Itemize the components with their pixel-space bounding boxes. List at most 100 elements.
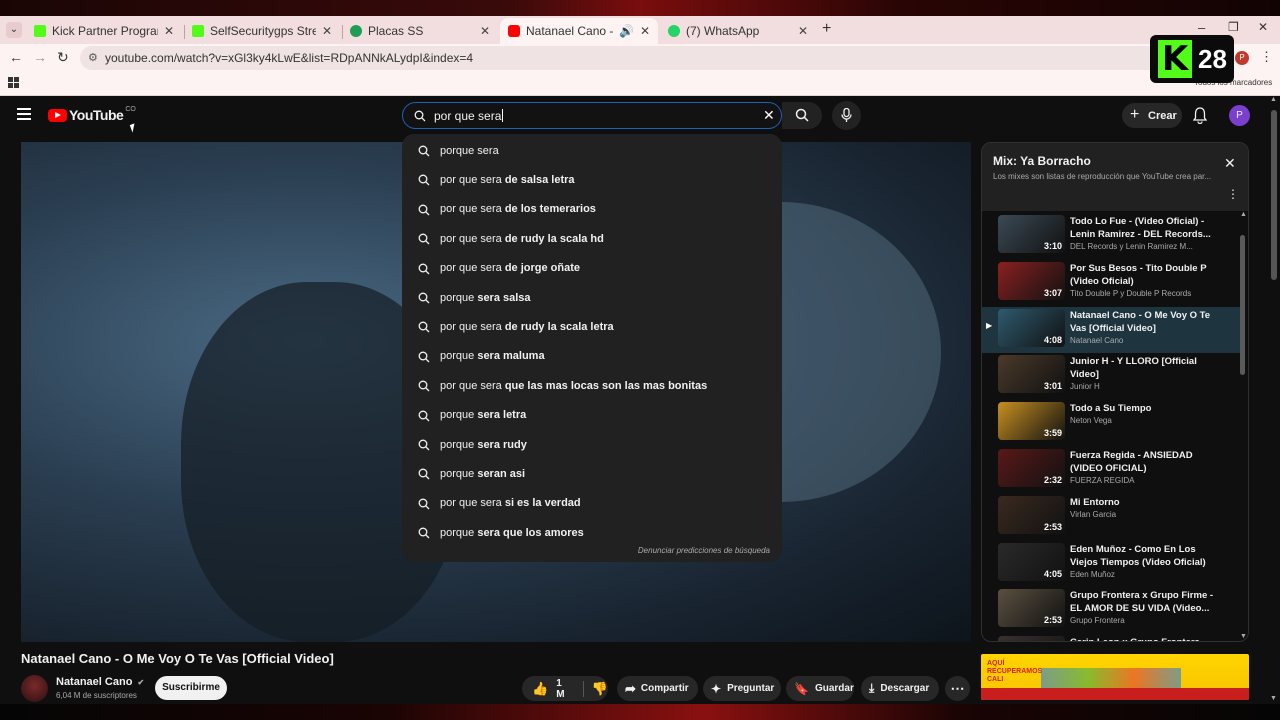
playlist-item[interactable]: ▶ 4:08 Natanael Cano - O Me Voy O Te Vas [… xyxy=(982,306,1240,353)
close-window-button[interactable]: ✕ xyxy=(1258,20,1268,34)
hamburger-menu-icon[interactable] xyxy=(17,108,31,120)
playlist-item[interactable]: 4:05 Eden Muñoz - Como En Los Viejos Tiem… xyxy=(982,541,1240,587)
search-suggestion[interactable]: por que sera si es la verdad xyxy=(402,489,782,518)
browser-tab-placas[interactable]: Placas SS ✕ xyxy=(342,18,498,44)
video-thumbnail[interactable]: 2:53 xyxy=(998,589,1065,628)
browser-tab-youtube[interactable]: Natanael Cano - O Me Voy 🔊 ✕ xyxy=(500,18,658,44)
search-suggestion[interactable]: por que sera de rudy la scala letra xyxy=(402,312,782,341)
search-suggestion[interactable]: porque sera que los amores xyxy=(402,518,782,547)
search-input[interactable]: por que sera ✕ xyxy=(402,102,782,129)
ask-button[interactable]: ✦ Preguntar xyxy=(703,676,781,701)
playlist-header: Mix: Ya Borracho Los mixes son listas de… xyxy=(982,143,1248,211)
search-suggestion[interactable]: por que sera que las mas locas son las m… xyxy=(402,371,782,400)
browser-tab-selfsecurity[interactable]: SelfSecuritygps Stream - Watch ✕ xyxy=(184,18,340,44)
like-count[interactable]: 1 M xyxy=(556,678,573,700)
video-thumbnail[interactable]: 3:07 xyxy=(998,261,1065,300)
browser-tab-whatsapp[interactable]: (7) WhatsApp ✕ xyxy=(660,18,816,44)
playlist-item[interactable]: 2:53 Mi Entorno Virlan Garcia xyxy=(982,494,1240,540)
profile-avatar[interactable]: P xyxy=(1235,51,1249,65)
search-suggestion[interactable]: por que sera de los temerarios xyxy=(402,195,782,224)
suggestion-prefix: por que sera xyxy=(440,379,502,392)
address-bar[interactable]: ⚙ youtube.com/watch?v=xGl3ky4kLwE&list=R… xyxy=(80,46,1170,70)
create-button[interactable]: + Crear xyxy=(1122,103,1182,128)
close-tab-icon[interactable]: ✕ xyxy=(480,24,490,38)
playlist-item[interactable]: 3:10 Todo Lo Fue - (Video Oficial) - Leni… xyxy=(982,213,1240,259)
video-thumbnail[interactable]: 3:01 xyxy=(998,355,1065,394)
bookmark-icon: 🔖 xyxy=(794,681,809,696)
new-tab-button[interactable]: + xyxy=(822,20,831,38)
dislike-icon[interactable]: 👎 xyxy=(592,681,608,697)
suggestion-prefix: porque xyxy=(440,438,475,451)
playlist-scrollbar[interactable] xyxy=(1240,235,1245,375)
sparkle-icon: ✦ xyxy=(711,681,722,696)
tab-search-button[interactable]: ⌄ xyxy=(6,22,22,38)
like-icon[interactable]: 👍 xyxy=(532,681,548,697)
report-predictions-link[interactable]: Denunciar predicciones de búsqueda xyxy=(638,546,770,555)
youtube-logo[interactable]: YouTube CO xyxy=(48,106,136,123)
video-thumbnail[interactable] xyxy=(998,636,1065,641)
page-scrollbar[interactable] xyxy=(1271,110,1277,280)
browser-menu-button[interactable]: ⋮ xyxy=(1260,49,1273,65)
playlist-item[interactable]: Carin Leon x Grupo Frontera - xyxy=(982,634,1240,641)
playlist-item-channel: Eden Muñoz xyxy=(1070,569,1115,579)
clear-search-icon[interactable]: ✕ xyxy=(763,107,775,124)
close-tab-icon[interactable]: ✕ xyxy=(322,24,332,38)
video-duration: 4:05 xyxy=(1043,568,1062,579)
channel-name[interactable]: Natanael Cano ✔ xyxy=(56,676,144,688)
channel-avatar[interactable] xyxy=(21,675,48,702)
site-info-icon[interactable]: ⚙ xyxy=(88,51,98,64)
more-actions-button[interactable]: ⋯ xyxy=(945,676,970,701)
video-thumbnail[interactable]: 4:08 xyxy=(998,308,1065,347)
search-suggestion[interactable]: porque sera xyxy=(402,136,782,165)
save-button[interactable]: 🔖 Guardar xyxy=(786,676,854,701)
playlist-item[interactable]: 2:53 Grupo Frontera x Grupo Firme - EL AM… xyxy=(982,587,1240,633)
search-suggestion[interactable]: porque seran asi xyxy=(402,459,782,488)
video-thumbnail[interactable]: 3:59 xyxy=(998,402,1065,441)
share-button[interactable]: ➦ Compartir xyxy=(617,676,698,701)
scroll-down-arrow[interactable]: ▼ xyxy=(1240,633,1247,640)
apps-icon[interactable] xyxy=(8,77,19,88)
speaker-icon[interactable]: 🔊 xyxy=(619,24,634,38)
video-thumbnail[interactable]: 2:32 xyxy=(998,449,1065,487)
video-thumbnail[interactable]: 4:05 xyxy=(998,542,1065,581)
youtube-play-icon xyxy=(48,108,67,122)
reload-button[interactable]: ↻ xyxy=(57,49,69,66)
video-thumbnail[interactable]: 2:53 xyxy=(998,495,1065,534)
playlist-title[interactable]: Mix: Ya Borracho xyxy=(993,154,1091,168)
minimize-button[interactable]: – xyxy=(1198,20,1205,35)
page-scroll-down-arrow[interactable]: ▼ xyxy=(1270,695,1277,702)
search-suggestion[interactable]: porque sera rudy xyxy=(402,430,782,459)
notifications-bell-icon[interactable] xyxy=(1193,107,1207,124)
close-tab-icon[interactable]: ✕ xyxy=(798,24,808,38)
maximize-button[interactable]: ❐ xyxy=(1228,20,1239,34)
browser-tab-kick-partner[interactable]: Kick Partner Program - Kick Da ✕ xyxy=(26,18,182,44)
search-suggestion[interactable]: por que sera de rudy la scala hd xyxy=(402,224,782,253)
playlist-item[interactable]: 3:01 Junior H - Y LLORO [Official Video] J… xyxy=(982,353,1240,399)
playlist-item[interactable]: 3:59 Todo a Su Tiempo Neton Vega xyxy=(982,400,1240,446)
search-suggestion[interactable]: porque sera maluma xyxy=(402,342,782,371)
scroll-up-arrow[interactable]: ▲ xyxy=(1240,211,1247,218)
forward-button[interactable]: → xyxy=(33,49,47,65)
search-suggestion[interactable]: por que sera de salsa letra xyxy=(402,165,782,194)
ad-banner[interactable]: AQUÍ RECUPERAMOS CALI xyxy=(981,654,1249,700)
subscribe-button[interactable]: Suscribirme xyxy=(155,676,227,700)
video-duration: 4:08 xyxy=(1043,334,1062,345)
search-suggestion[interactable]: por que sera de jorge oñate xyxy=(402,254,782,283)
playlist-item-channel: Junior H xyxy=(1070,382,1100,392)
playlist-item[interactable]: 3:07 Por Sus Besos - Tito Double P (Video… xyxy=(982,260,1240,306)
playlist-menu-icon[interactable]: ⋮ xyxy=(1227,187,1239,201)
voice-search-button[interactable] xyxy=(832,101,861,130)
close-tab-icon[interactable]: ✕ xyxy=(640,24,650,38)
search-suggestion[interactable]: porque sera letra xyxy=(402,401,782,430)
close-tab-icon[interactable]: ✕ xyxy=(164,24,174,38)
back-button[interactable]: ← xyxy=(9,49,23,65)
page-scroll-up-arrow[interactable]: ▲ xyxy=(1270,96,1277,103)
playlist-item[interactable]: 2:32 Fuerza Regida - ANSIEDAD (VIDEO OFIC… xyxy=(982,447,1240,493)
download-button[interactable]: ⤓ Descargar xyxy=(861,676,939,701)
playlist-item-title: Natanael Cano - O Me Voy O Te Vas [Offic… xyxy=(1070,309,1211,334)
account-avatar[interactable]: P xyxy=(1229,105,1250,126)
close-playlist-icon[interactable]: ✕ xyxy=(1224,155,1236,172)
video-thumbnail[interactable]: 3:10 xyxy=(998,215,1065,253)
search-suggestion[interactable]: porque sera salsa xyxy=(402,283,782,312)
search-button[interactable] xyxy=(782,102,822,129)
